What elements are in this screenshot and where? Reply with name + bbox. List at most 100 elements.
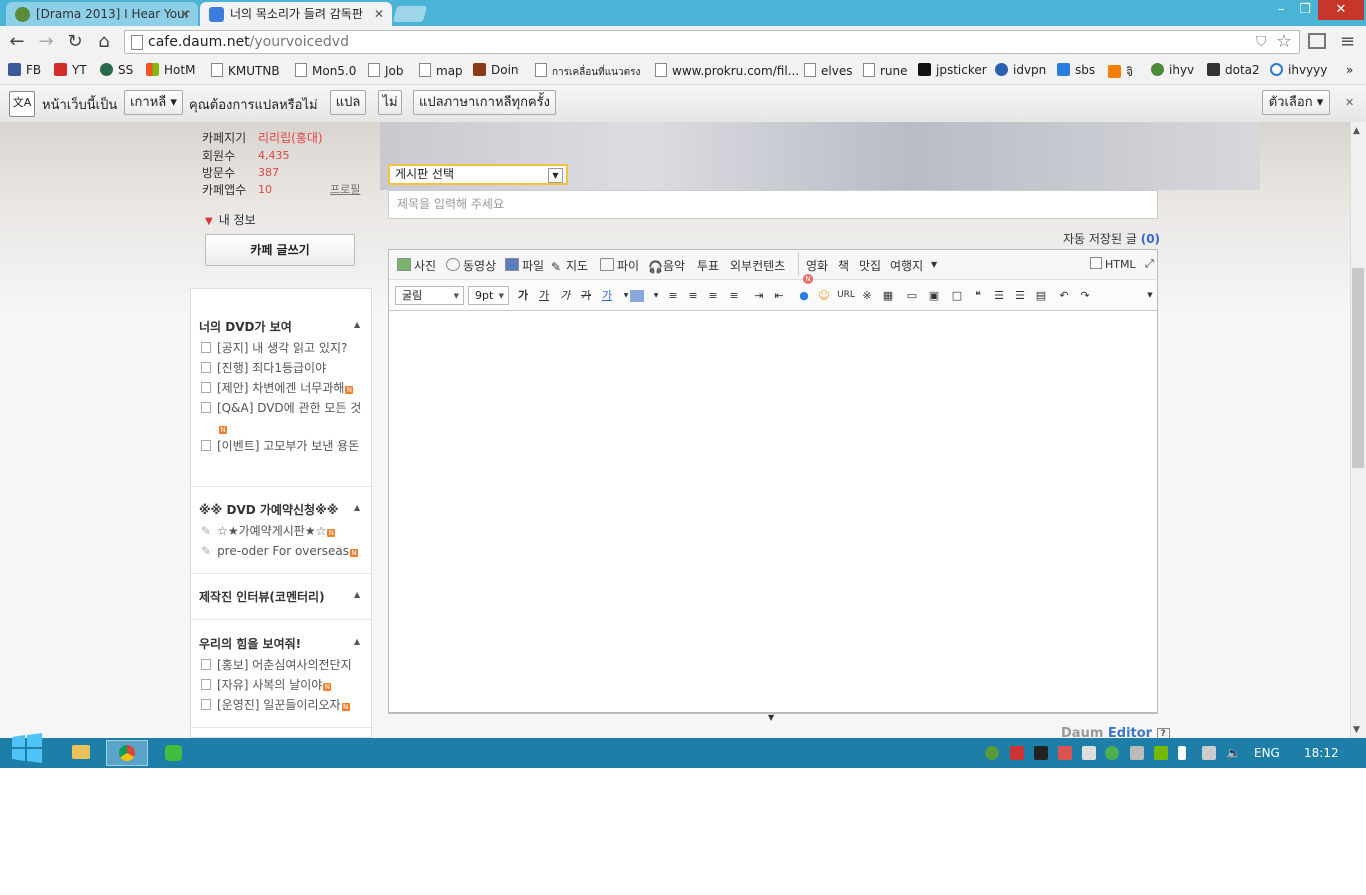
background-icon[interactable]: ▭ (903, 287, 921, 304)
reload-icon[interactable]: ↻ (64, 31, 86, 53)
menu-item[interactable]: [Q&A] DVD에 관한 모든 것 (201, 398, 361, 418)
sync-icon[interactable] (1105, 746, 1119, 760)
close-translate-icon[interactable]: ✕ (1345, 96, 1354, 109)
html-toggle[interactable]: HTML (1090, 257, 1136, 271)
table-icon[interactable]: ▦ (879, 287, 897, 304)
scroll-down-icon[interactable]: ▼ (1353, 725, 1360, 735)
bookmark-ihvyyy[interactable]: ihvyyy (1270, 63, 1327, 77)
options-button[interactable]: ตัวเลือก ▾ (1262, 90, 1330, 115)
map-button[interactable]: ✎ 지도 (551, 257, 588, 274)
collapse-icon[interactable]: ▲ (354, 637, 360, 646)
editor-area[interactable] (388, 249, 1158, 713)
menu-item[interactable]: [진행] 죄다1등급이야 (201, 358, 326, 378)
more-dropdown-icon[interactable]: ▼ (931, 260, 937, 269)
highlight-icon[interactable] (630, 290, 644, 302)
clock[interactable]: 18:12 (1304, 746, 1339, 760)
star-icon[interactable]: ☆ (1276, 31, 1292, 52)
bookmark-motion[interactable]: การเคลื่อนที่แนวตรง (535, 63, 640, 80)
menu-icon[interactable]: ≡ (1340, 31, 1355, 52)
bookmark-doin[interactable]: Doin (473, 63, 519, 77)
align-left-icon[interactable]: ≡ (664, 287, 682, 304)
language-indicator[interactable]: ENG (1254, 746, 1280, 760)
photo-button[interactable]: 사진 (397, 257, 436, 274)
emoticon-icon[interactable]: ☺ (815, 287, 833, 304)
keyboard-icon[interactable] (1082, 746, 1096, 760)
volume-alert-icon[interactable] (1058, 746, 1072, 760)
bold-button[interactable]: 가 (514, 287, 532, 304)
vote-button[interactable]: 투표 (697, 257, 719, 274)
always-translate-button[interactable]: แปลภาษาเกาหลีทุกครั้ง (413, 90, 556, 115)
divider-line-icon[interactable]: ☰ (990, 287, 1008, 304)
home-icon[interactable]: ⌂ (93, 31, 115, 53)
redo-icon[interactable]: ↷ (1076, 287, 1094, 304)
bookmark-mon[interactable]: Mon5.0 (295, 63, 356, 78)
file-button[interactable]: 파일 (505, 257, 544, 274)
chat-icon[interactable]: ● (795, 287, 813, 304)
bookmark-prokru[interactable]: www.prokru.com/fil... (655, 63, 799, 78)
video-button[interactable]: 동영상 (446, 257, 496, 274)
special-char-icon[interactable]: ※ (858, 287, 876, 304)
network-globe-icon[interactable] (985, 746, 999, 760)
restaurant-button[interactable]: 맛집 (859, 257, 881, 274)
usb-icon[interactable] (1130, 746, 1144, 760)
resize-handle-icon[interactable]: ▼ (768, 713, 774, 722)
file-explorer-icon[interactable] (72, 745, 90, 759)
menu-section-title[interactable]: 제작진 인터뷰(코멘터리) (199, 588, 325, 605)
start-button[interactable] (10, 731, 44, 765)
size-select[interactable]: 9pt ▼ (468, 286, 509, 305)
menu-item[interactable]: [홍보] 어춘심여사의전단지 (201, 655, 352, 675)
save-icon[interactable]: ▤ (1032, 287, 1050, 304)
line-spacing-icon[interactable]: ☰ (1011, 287, 1029, 304)
tab-daum-cafe[interactable]: 너의 목소리가 들려 감독판 ✕ (200, 2, 392, 26)
tab-close-icon[interactable]: ✕ (180, 2, 190, 26)
nvidia-icon[interactable] (1154, 746, 1168, 760)
text-color-button[interactable]: 가 (598, 287, 616, 304)
shield-icon[interactable]: ⛉ (1256, 34, 1267, 50)
bookmark-sbs[interactable]: sbs (1057, 63, 1095, 77)
scroll-up-icon[interactable]: ▲ (1353, 126, 1360, 136)
restore-button[interactable]: ❐ (1292, 0, 1318, 20)
new-tab-button[interactable] (392, 6, 428, 22)
travel-button[interactable]: 여행지 (890, 257, 923, 274)
bookmark-idvpn[interactable]: idvpn (995, 63, 1046, 77)
bookmark-jpsticker[interactable]: jpsticker (918, 63, 987, 77)
minimize-button[interactable]: – (1268, 0, 1294, 20)
align-justify-icon[interactable]: ≡ (725, 287, 743, 304)
line-app-icon[interactable] (165, 745, 182, 761)
font-select[interactable]: 굴림 ▼ (395, 286, 464, 305)
movie-button[interactable]: 영화 (806, 257, 828, 274)
window-icon[interactable] (1308, 33, 1326, 49)
bookmark-kmutnb[interactable]: KMUTNB (211, 63, 280, 78)
bookmark-blogger[interactable]: จิ (1108, 63, 1133, 82)
external-content-button[interactable]: 외부컨텐츠 (730, 257, 785, 274)
toolbar-more-icon[interactable]: ▼ (1141, 287, 1159, 304)
monitor-icon[interactable] (1034, 746, 1048, 760)
bookmark-fb[interactable]: FB (8, 63, 41, 77)
menu-item[interactable]: [공지] 내 생각 읽고 있지? (201, 338, 347, 358)
menu-section-title[interactable]: ※※ DVD 가예약신청※※ (199, 501, 338, 518)
wifi-icon[interactable] (1202, 746, 1216, 760)
outdent-icon[interactable]: ⇤ (770, 287, 788, 304)
language-select[interactable]: เกาหลี ▾ (124, 90, 183, 115)
bookmark-elves[interactable]: elves (804, 63, 852, 78)
menu-item[interactable]: [제안] 차변에겐 너무과해 N (201, 378, 354, 398)
indent-icon[interactable]: ⇥ (750, 287, 768, 304)
no-translate-button[interactable]: ไม่ (378, 90, 402, 115)
bookmark-job[interactable]: Job (368, 63, 404, 78)
underline-button[interactable]: 가 (535, 287, 553, 304)
translate-button[interactable]: แปล (330, 90, 366, 115)
tab-drama[interactable]: [Drama 2013] I Hear Your ✕ (6, 2, 198, 26)
menu-section-title[interactable]: 우리의 힘을 보여줘! (199, 635, 301, 652)
chevron-down-icon[interactable]: ▼ (647, 287, 665, 304)
menu-item[interactable]: ✎ ☆★가예약게시판★☆ N (201, 521, 336, 541)
title-input[interactable]: 제목을 입력해 주세요 (388, 190, 1158, 219)
bookmark-dota2[interactable]: dota2 (1207, 63, 1260, 77)
url-button[interactable]: URL (835, 287, 857, 304)
menu-item[interactable]: [운영진] 일꾼들이리오자 N (201, 695, 350, 715)
menu-item[interactable]: ✎ pre-oder For overseas N (201, 541, 358, 561)
autosave-link[interactable]: 자동 저장된 글 (0) (1063, 230, 1160, 247)
strike-button[interactable]: 가 (577, 287, 595, 304)
write-post-button[interactable]: 카페 글쓰기 (205, 234, 355, 266)
checkbox[interactable] (1090, 257, 1102, 269)
menu-item[interactable]: [자유] 사복의 날이야 N (201, 675, 332, 695)
